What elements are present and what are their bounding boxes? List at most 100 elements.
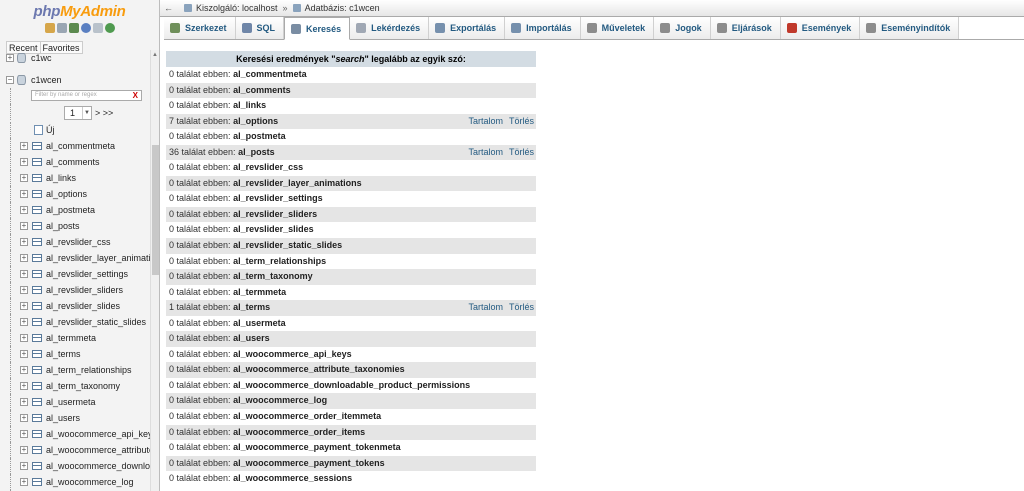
expand-icon[interactable]: +	[20, 286, 28, 294]
expand-icon[interactable]: +	[20, 462, 28, 470]
table-name[interactable]: al_terms	[46, 346, 81, 362]
docs-icon[interactable]	[80, 23, 91, 33]
tab-triggers[interactable]: Eseményindítók	[860, 17, 960, 39]
browse-link[interactable]: Tartalom	[468, 116, 503, 126]
breadcrumb-server[interactable]: Kiszolgáló: localhost	[196, 3, 278, 13]
table-name[interactable]: al_commentmeta	[46, 138, 115, 154]
table-name[interactable]: al_woocommerce_attribute	[46, 442, 150, 458]
expand-icon[interactable]: +	[20, 430, 28, 438]
expand-icon[interactable]: +	[20, 318, 28, 326]
expand-icon[interactable]: +	[20, 158, 28, 166]
tab-query[interactable]: Lekérdezés	[350, 17, 430, 39]
tab-operations[interactable]: Műveletek	[580, 17, 655, 39]
new-table-label[interactable]: Új	[46, 122, 55, 138]
browse-link[interactable]: Tartalom	[468, 302, 503, 312]
expand-icon[interactable]: +	[20, 334, 28, 342]
table-name[interactable]: al_term_relationships	[46, 362, 132, 378]
expand-icon[interactable]: +	[20, 382, 28, 390]
expand-icon[interactable]: +	[6, 54, 14, 62]
tree-table-item[interactable]: + al_revslider_settings	[0, 266, 150, 282]
tree-new-table[interactable]: Új	[0, 122, 150, 138]
table-name[interactable]: al_revslider_sliders	[46, 282, 123, 298]
expand-icon[interactable]: +	[20, 414, 28, 422]
collapse-icon[interactable]: −	[6, 76, 14, 84]
logout-icon[interactable]	[68, 23, 79, 33]
back-arrow-icon[interactable]: ←	[164, 3, 173, 13]
expand-icon[interactable]: +	[20, 190, 28, 198]
table-name[interactable]: al_users	[46, 410, 80, 426]
expand-icon[interactable]: +	[20, 142, 28, 150]
tree-table-item[interactable]: + al_revslider_static_slides	[0, 314, 150, 330]
tree-table-item[interactable]: + al_revslider_css	[0, 234, 150, 250]
tab-import[interactable]: Importálás	[505, 17, 581, 39]
tree-table-item[interactable]: + al_revslider_sliders	[0, 282, 150, 298]
sql-query-icon[interactable]	[56, 23, 67, 33]
tab-export[interactable]: Exportálás	[429, 17, 506, 39]
tree-table-item[interactable]: + al_woocommerce_api_key	[0, 426, 150, 442]
scroll-up-icon[interactable]: ▲	[152, 52, 158, 58]
tree-table-item[interactable]: + al_users	[0, 410, 150, 426]
table-name[interactable]: al_revslider_layer_animatio	[46, 250, 150, 266]
table-name[interactable]: al_revslider_static_slides	[46, 314, 146, 330]
table-name[interactable]: al_usermeta	[46, 394, 96, 410]
tab-search[interactable]: Keresés	[284, 17, 351, 40]
table-name[interactable]: al_woocommerce_downlo	[46, 458, 150, 474]
table-name[interactable]: al_woocommerce_api_key	[46, 426, 150, 442]
tab-sql[interactable]: SQL	[235, 17, 285, 39]
reload-icon[interactable]	[104, 23, 115, 33]
tab-privileges[interactable]: Jogok	[654, 17, 711, 39]
tree-table-item[interactable]: + al_woocommerce_downlo	[0, 458, 150, 474]
table-name[interactable]: al_term_taxonomy	[46, 378, 120, 394]
page-select[interactable]: 1 ▼	[64, 106, 92, 120]
expand-icon[interactable]: +	[20, 174, 28, 182]
tree-table-item[interactable]: + al_terms	[0, 346, 150, 362]
table-name[interactable]: al_options	[46, 186, 87, 202]
delete-link[interactable]: Törlés	[509, 116, 534, 126]
clear-filter-icon[interactable]: X	[133, 91, 138, 100]
table-name[interactable]: al_woocommerce_log	[46, 474, 134, 490]
table-name[interactable]: al_links	[46, 170, 76, 186]
expand-icon[interactable]: +	[20, 350, 28, 358]
table-name[interactable]: al_comments	[46, 154, 100, 170]
tree-table-item[interactable]: + al_woocommerce_log	[0, 474, 150, 490]
tree-table-item[interactable]: + al_usermeta	[0, 394, 150, 410]
tree-table-item[interactable]: + al_term_relationships	[0, 362, 150, 378]
tree-table-item[interactable]: + al_commentmeta	[0, 138, 150, 154]
expand-icon[interactable]: +	[20, 398, 28, 406]
expand-icon[interactable]: +	[20, 238, 28, 246]
expand-icon[interactable]: +	[20, 302, 28, 310]
expand-icon[interactable]: +	[20, 366, 28, 374]
expand-icon[interactable]: +	[20, 446, 28, 454]
browse-link[interactable]: Tartalom	[468, 147, 503, 157]
page-next-links[interactable]: > >>	[95, 105, 113, 121]
delete-link[interactable]: Törlés	[509, 302, 534, 312]
tab-structure[interactable]: Szerkezet	[164, 17, 236, 39]
table-filter-input[interactable]: Filter by name or regex X	[31, 90, 142, 101]
expand-icon[interactable]: +	[20, 478, 28, 486]
tree-db-c1wcen[interactable]: − c1wcen	[0, 72, 150, 88]
expand-icon[interactable]: +	[20, 270, 28, 278]
tree-table-item[interactable]: + al_posts	[0, 218, 150, 234]
expand-icon[interactable]: +	[20, 222, 28, 230]
tree-table-item[interactable]: + al_postmeta	[0, 202, 150, 218]
tree-table-item[interactable]: + al_revslider_slides	[0, 298, 150, 314]
table-name[interactable]: al_termmeta	[46, 330, 96, 346]
expand-icon[interactable]: +	[20, 206, 28, 214]
table-name[interactable]: al_revslider_slides	[46, 298, 120, 314]
nav-scrollbar[interactable]: ▲	[150, 50, 159, 491]
expand-icon[interactable]: +	[20, 254, 28, 262]
tree-table-item[interactable]: + al_links	[0, 170, 150, 186]
phpmyadmin-logo[interactable]: phpMyAdmin	[0, 0, 159, 22]
tree-table-item[interactable]: + al_woocommerce_attribute	[0, 442, 150, 458]
breadcrumb-database[interactable]: Adatbázis: c1wcen	[305, 3, 380, 13]
tree-table-item[interactable]: + al_options	[0, 186, 150, 202]
tree-table-item[interactable]: + al_term_taxonomy	[0, 378, 150, 394]
tab-events[interactable]: Események	[780, 17, 861, 39]
tree-table-item[interactable]: + al_revslider_layer_animatio	[0, 250, 150, 266]
table-name[interactable]: al_revslider_css	[46, 234, 111, 250]
table-name[interactable]: al_postmeta	[46, 202, 95, 218]
db-name[interactable]: c1wc	[31, 50, 52, 66]
tree-table-item[interactable]: + al_comments	[0, 154, 150, 170]
scrollbar-thumb[interactable]	[152, 145, 159, 275]
home-icon[interactable]	[44, 23, 55, 33]
